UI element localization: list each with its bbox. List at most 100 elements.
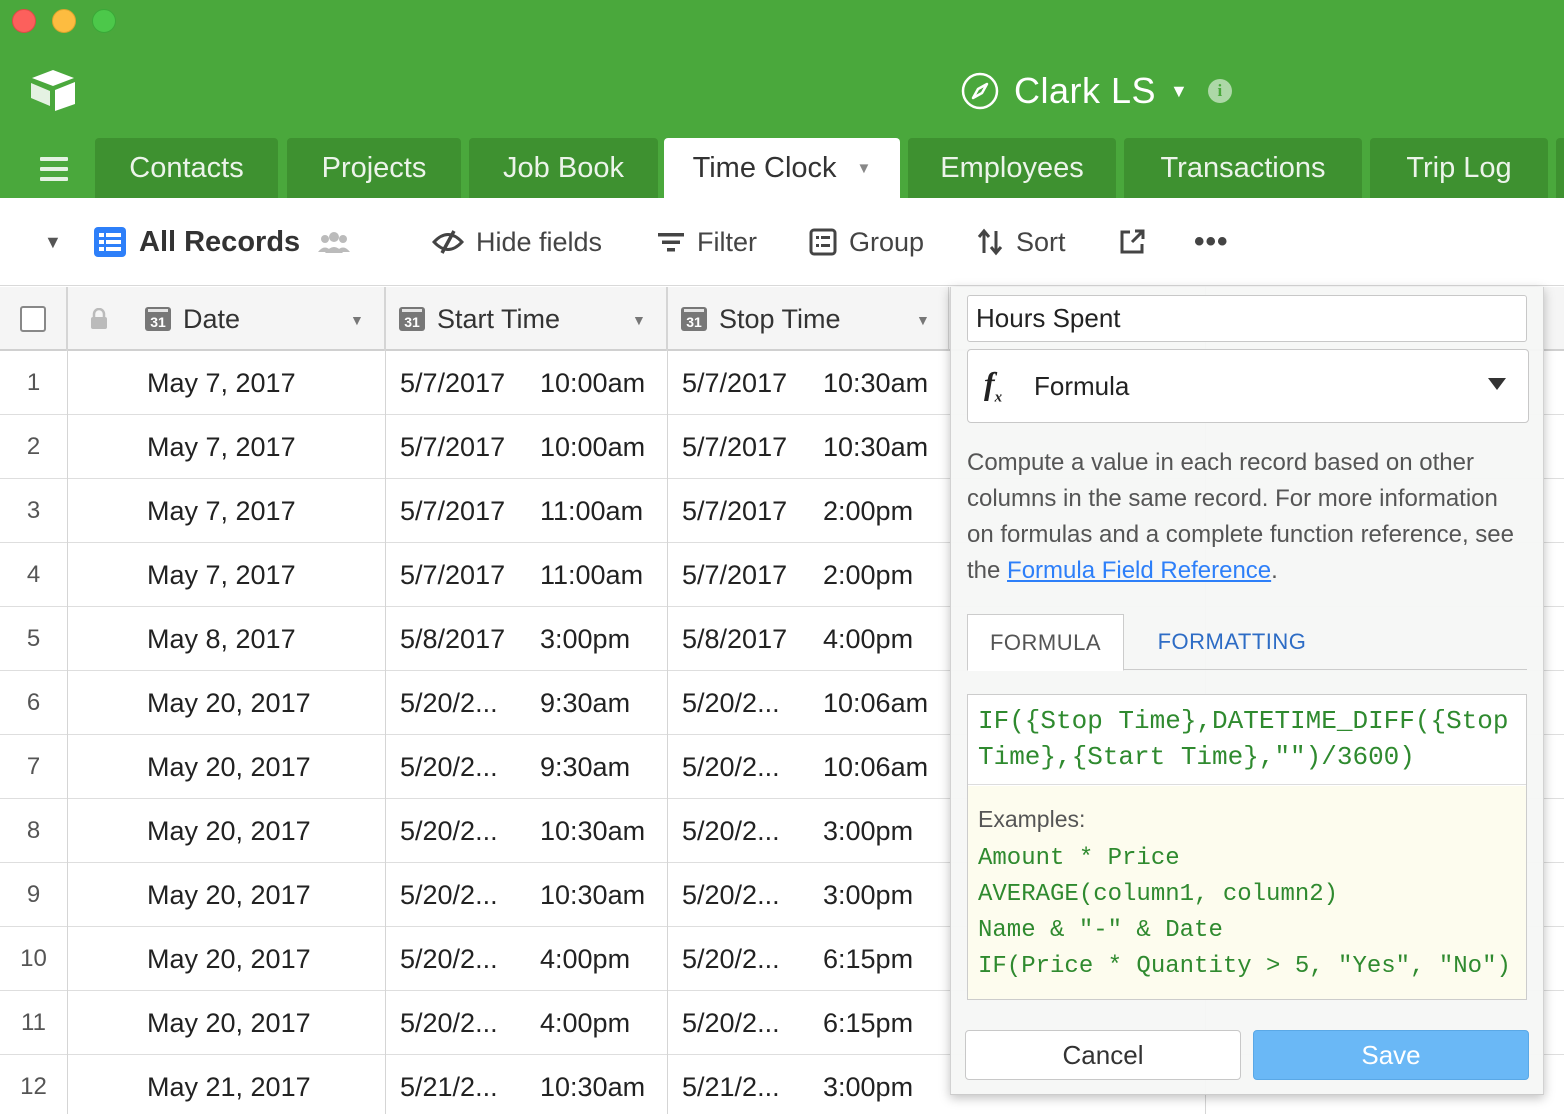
row-number[interactable]: 10 — [0, 927, 67, 991]
column-header-start-time[interactable]: 31 Start Time ▼ — [385, 287, 667, 351]
cell-stop-date[interactable]: 5/7/2017 — [682, 479, 807, 543]
tab-employees[interactable]: Employees — [908, 138, 1116, 198]
cell-date[interactable]: May 20, 2017 — [147, 671, 377, 735]
airtable-logo-icon[interactable] — [28, 68, 78, 112]
cell-start-date[interactable]: 5/8/2017 — [400, 607, 525, 671]
cell-start-date[interactable]: 5/7/2017 — [400, 415, 525, 479]
cell-start-time[interactable]: 4:00pm — [540, 991, 665, 1055]
cell-start-date[interactable]: 5/7/2017 — [400, 543, 525, 607]
cell-date[interactable]: May 8, 2017 — [147, 607, 377, 671]
view-selector[interactable]: All Records — [93, 198, 364, 286]
cell-date[interactable]: May 20, 2017 — [147, 799, 377, 863]
view-name[interactable]: All Records — [139, 226, 300, 259]
field-name-input[interactable]: Hours Spent — [967, 295, 1527, 342]
cell-stop-date[interactable]: 5/20/2... — [682, 927, 807, 991]
row-number[interactable]: 8 — [0, 799, 67, 863]
hamburger-menu-icon[interactable] — [28, 154, 80, 184]
cell-date[interactable]: May 20, 2017 — [147, 991, 377, 1055]
row-number[interactable]: 1 — [0, 351, 67, 415]
row-number[interactable]: 5 — [0, 607, 67, 671]
cell-stop-time[interactable]: 6:15pm — [823, 927, 948, 991]
cell-start-time[interactable]: 10:00am — [540, 415, 665, 479]
cell-stop-time[interactable]: 10:06am — [823, 735, 948, 799]
hide-fields-button[interactable]: Hide fields — [432, 198, 602, 286]
cell-stop-time[interactable]: 10:30am — [823, 351, 948, 415]
cell-date[interactable]: May 20, 2017 — [147, 735, 377, 799]
cell-start-time[interactable]: 10:00am — [540, 351, 665, 415]
cell-start-time[interactable]: 10:30am — [540, 1055, 665, 1114]
cell-start-time[interactable]: 11:00am — [540, 543, 665, 607]
cell-start-time[interactable]: 9:30am — [540, 735, 665, 799]
cell-stop-time[interactable]: 10:06am — [823, 671, 948, 735]
window-close-button[interactable] — [12, 9, 36, 33]
cell-date[interactable]: May 7, 2017 — [147, 543, 377, 607]
row-number[interactable]: 12 — [0, 1055, 67, 1114]
tab-trip-log[interactable]: Trip Log — [1370, 138, 1548, 198]
tab-time-clock[interactable]: Time Clock ▼ — [664, 138, 900, 198]
row-number[interactable]: 4 — [0, 543, 67, 607]
window-minimize-button[interactable] — [52, 9, 76, 33]
cell-stop-date[interactable]: 5/20/2... — [682, 863, 807, 927]
more-options-button[interactable]: ••• — [1194, 198, 1229, 286]
tab-overflow[interactable] — [1556, 138, 1564, 198]
row-number[interactable]: 6 — [0, 671, 67, 735]
cell-date[interactable]: May 7, 2017 — [147, 351, 377, 415]
row-number[interactable]: 11 — [0, 991, 67, 1055]
formula-input[interactable]: IF({Stop Time},DATETIME_DIFF({Stop Time}… — [968, 695, 1526, 785]
cancel-button[interactable]: Cancel — [965, 1030, 1241, 1080]
cell-start-time[interactable]: 4:00pm — [540, 927, 665, 991]
cell-stop-date[interactable]: 5/20/2... — [682, 671, 807, 735]
caret-down-icon[interactable]: ▼ — [1170, 81, 1188, 102]
column-menu-caret-icon[interactable]: ▼ — [350, 312, 364, 328]
cell-start-date[interactable]: 5/20/2... — [400, 799, 525, 863]
cell-stop-date[interactable]: 5/20/2... — [682, 799, 807, 863]
cell-stop-date[interactable]: 5/21/2... — [682, 1055, 807, 1114]
cell-stop-date[interactable]: 5/20/2... — [682, 991, 807, 1055]
cell-start-date[interactable]: 5/21/2... — [400, 1055, 525, 1114]
cell-stop-time[interactable]: 2:00pm — [823, 543, 948, 607]
cell-date[interactable]: May 7, 2017 — [147, 415, 377, 479]
column-menu-caret-icon[interactable]: ▼ — [916, 312, 930, 328]
cell-stop-time[interactable]: 3:00pm — [823, 799, 948, 863]
tab-job-book[interactable]: Job Book — [469, 138, 658, 198]
share-view-button[interactable] — [1118, 198, 1158, 286]
cell-start-date[interactable]: 5/20/2... — [400, 671, 525, 735]
cell-stop-date[interactable]: 5/7/2017 — [682, 415, 807, 479]
cell-stop-time[interactable]: 6:15pm — [823, 991, 948, 1055]
tab-formula[interactable]: FORMULA — [967, 614, 1124, 671]
cell-stop-time[interactable]: 3:00pm — [823, 1055, 948, 1114]
cell-stop-date[interactable]: 5/20/2... — [682, 735, 807, 799]
cell-start-time[interactable]: 9:30am — [540, 671, 665, 735]
cell-stop-date[interactable]: 5/7/2017 — [682, 543, 807, 607]
caret-down-icon[interactable]: ▼ — [44, 232, 62, 253]
cell-stop-time[interactable]: 10:30am — [823, 415, 948, 479]
row-number[interactable]: 9 — [0, 863, 67, 927]
cell-stop-time[interactable]: 2:00pm — [823, 479, 948, 543]
window-zoom-button[interactable] — [92, 9, 116, 33]
cell-start-date[interactable]: 5/7/2017 — [400, 479, 525, 543]
cell-start-time[interactable]: 10:30am — [540, 863, 665, 927]
column-header-date[interactable]: 31 Date ▼ — [67, 287, 385, 351]
info-icon[interactable]: i — [1207, 79, 1232, 103]
cell-date[interactable]: May 7, 2017 — [147, 479, 377, 543]
cell-stop-time[interactable]: 3:00pm — [823, 863, 948, 927]
select-all-checkbox[interactable] — [20, 306, 46, 332]
formula-reference-link[interactable]: Formula Field Reference — [1007, 557, 1271, 584]
tab-projects[interactable]: Projects — [287, 138, 461, 198]
tab-formatting[interactable]: FORMATTING — [1147, 614, 1317, 670]
row-number[interactable]: 2 — [0, 415, 67, 479]
tab-caret-down-icon[interactable]: ▼ — [857, 160, 872, 177]
filter-button[interactable]: Filter — [657, 198, 757, 286]
cell-start-date[interactable]: 5/20/2... — [400, 863, 525, 927]
cell-start-time[interactable]: 3:00pm — [540, 607, 665, 671]
column-menu-caret-icon[interactable]: ▼ — [632, 312, 646, 328]
cell-date[interactable]: May 20, 2017 — [147, 863, 377, 927]
cell-date[interactable]: May 21, 2017 — [147, 1055, 377, 1114]
field-type-select[interactable]: fx Formula — [967, 349, 1529, 423]
sort-button[interactable]: Sort — [976, 198, 1066, 286]
cell-start-time[interactable]: 10:30am — [540, 799, 665, 863]
view-switcher-caret[interactable]: ▼ — [44, 198, 62, 286]
column-header-stop-time[interactable]: 31 Stop Time ▼ — [667, 287, 949, 351]
tab-contacts[interactable]: Contacts — [95, 138, 278, 198]
cell-start-time[interactable]: 11:00am — [540, 479, 665, 543]
